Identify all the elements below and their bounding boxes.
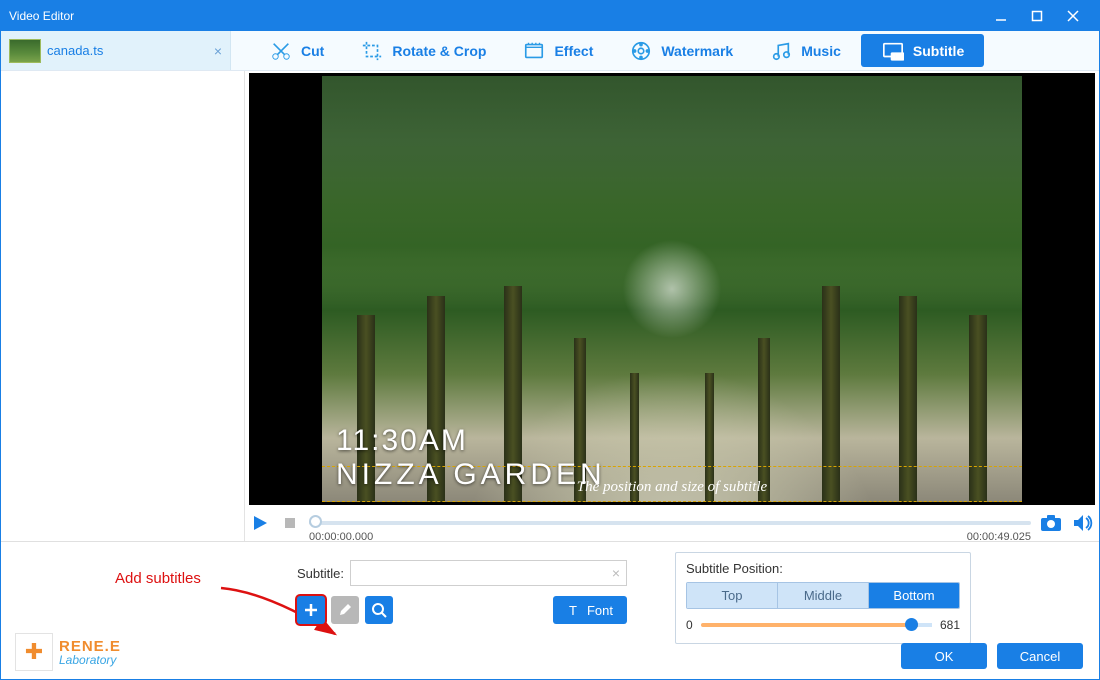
tab-watermark[interactable]: Watermark	[611, 31, 751, 70]
tab-label: Effect	[554, 43, 593, 59]
tab-subtitle[interactable]: T Subtitle	[861, 34, 984, 67]
search-subtitle-button[interactable]	[365, 596, 393, 624]
video-overlay-text: 11:30AM NIZZA GARDEN	[336, 424, 606, 492]
font-icon: T	[567, 603, 581, 617]
crop-icon	[360, 39, 384, 63]
position-bottom[interactable]: Bottom	[869, 583, 959, 608]
dialog-buttons: OK Cancel	[901, 643, 1083, 669]
video-frame: 11:30AM NIZZA GARDEN The position and si…	[322, 76, 1022, 502]
tab-rotate-crop[interactable]: Rotate & Crop	[342, 31, 504, 70]
workspace: 11:30AM NIZZA GARDEN The position and si…	[1, 71, 1099, 541]
file-name: canada.ts	[47, 43, 103, 58]
tool-tabs: Cut Rotate & Crop Effect Watermark Music…	[231, 31, 1099, 70]
file-tab[interactable]: canada.ts ×	[1, 31, 231, 70]
logo-brand: RENE.E	[59, 639, 121, 654]
cancel-button[interactable]: Cancel	[997, 643, 1083, 669]
subtitle-position-panel: Subtitle Position: Top Middle Bottom 0 6…	[675, 552, 971, 644]
annotation-label: Add subtitles	[115, 570, 201, 587]
window-title: Video Editor	[9, 9, 983, 23]
edit-subtitle-button[interactable]	[331, 596, 359, 624]
subtitle-controls: Subtitle: × T Font	[297, 560, 627, 634]
position-middle[interactable]: Middle	[778, 583, 869, 608]
snapshot-button[interactable]	[1039, 511, 1063, 535]
ok-button[interactable]: OK	[901, 643, 987, 669]
tab-label: Cut	[301, 43, 324, 59]
tab-label: Watermark	[661, 43, 733, 59]
logo-mark-icon: ✚	[15, 633, 53, 671]
tab-music[interactable]: Music	[751, 31, 859, 70]
volume-button[interactable]	[1071, 511, 1095, 535]
sidebar	[1, 71, 245, 541]
player-bar: 00:00:00.000 00:00:49.025	[245, 505, 1099, 541]
logo-sub: Laboratory	[59, 654, 121, 666]
stop-button[interactable]	[279, 512, 301, 534]
svg-text:T: T	[569, 603, 577, 617]
play-button[interactable]	[249, 512, 271, 534]
add-subtitle-button[interactable]	[297, 596, 325, 624]
minimize-button[interactable]	[983, 1, 1019, 31]
preview-area: 11:30AM NIZZA GARDEN The position and si…	[245, 71, 1099, 541]
slider-knob[interactable]	[905, 618, 918, 631]
timeline-knob[interactable]	[309, 515, 322, 528]
file-thumbnail	[9, 39, 41, 63]
position-segmented: Top Middle Bottom	[686, 582, 960, 609]
close-button[interactable]	[1055, 1, 1091, 31]
position-slider[interactable]	[701, 617, 932, 633]
titlebar: Video Editor	[1, 1, 1099, 31]
effect-icon	[522, 39, 546, 63]
brand-logo: ✚ RENE.E Laboratory	[15, 633, 121, 671]
font-button[interactable]: T Font	[553, 596, 627, 624]
file-tab-close-icon[interactable]: ×	[214, 43, 222, 59]
overlay-place: NIZZA GARDEN	[336, 458, 606, 492]
subtitle-icon: T	[881, 39, 905, 63]
subtitle-input[interactable]: ×	[350, 560, 627, 586]
tab-effect[interactable]: Effect	[504, 31, 611, 70]
tab-label: Rotate & Crop	[392, 43, 486, 59]
overlay-time: 11:30AM	[336, 424, 606, 458]
timeline[interactable]: 00:00:00.000 00:00:49.025	[309, 513, 1031, 533]
svg-text:T: T	[894, 53, 898, 60]
position-header: Subtitle Position:	[686, 561, 960, 576]
clear-input-icon[interactable]: ×	[612, 565, 620, 581]
watermark-icon	[629, 39, 653, 63]
toolbar: canada.ts × Cut Rotate & Crop Effect Wat…	[1, 31, 1099, 71]
subtitle-input-label: Subtitle:	[297, 566, 344, 581]
maximize-button[interactable]	[1019, 1, 1055, 31]
music-icon	[769, 39, 793, 63]
subtitle-hint-text: The position and size of subtitle	[577, 479, 767, 496]
slider-max: 681	[940, 618, 960, 632]
position-top[interactable]: Top	[687, 583, 778, 608]
bottom-panel: Add subtitles Subtitle: × T Font Subtitl…	[1, 541, 1099, 679]
cut-icon	[269, 39, 293, 63]
slider-min: 0	[686, 618, 693, 632]
tab-label: Music	[801, 43, 841, 59]
video-stage: 11:30AM NIZZA GARDEN The position and si…	[249, 73, 1095, 505]
tab-cut[interactable]: Cut	[251, 31, 342, 70]
tab-label: Subtitle	[913, 43, 964, 59]
